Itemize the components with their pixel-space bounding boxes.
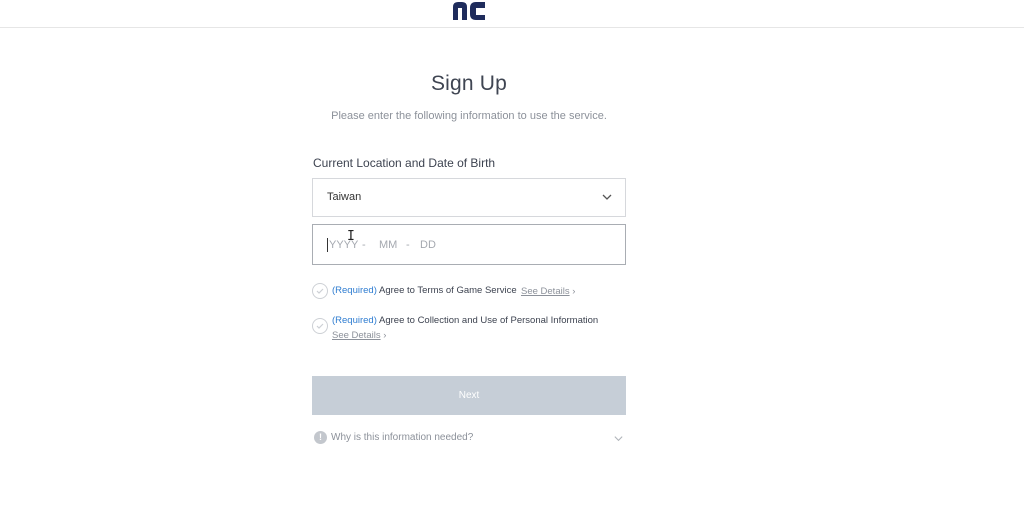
next-button[interactable]: Next xyxy=(312,376,626,415)
month-placeholder: MM xyxy=(379,239,398,251)
location-select[interactable]: Taiwan xyxy=(312,178,626,217)
location-selected-value: Taiwan xyxy=(327,191,362,203)
page-title: Sign Up xyxy=(430,72,508,95)
check-icon xyxy=(316,323,324,329)
chevron-right-icon: › xyxy=(572,286,576,297)
required-label: (Required) xyxy=(332,285,377,296)
nc-logo[interactable] xyxy=(452,1,486,21)
day-placeholder: DD xyxy=(420,239,436,251)
agreement-personal-information: (Required) Agree to Collection and Use o… xyxy=(312,313,626,343)
agree-checkbox[interactable] xyxy=(312,318,328,334)
top-bar xyxy=(0,0,1024,28)
agreement-text-line: (Required) Agree to Terms of Game Servic… xyxy=(332,285,517,296)
see-details-wrap: See Details › xyxy=(332,330,386,341)
date-of-birth-input[interactable]: YYYY - MM - DD xyxy=(312,224,626,265)
text-caret xyxy=(327,238,328,252)
check-icon xyxy=(316,288,324,294)
chevron-right-icon: › xyxy=(383,330,387,341)
chevron-down-icon xyxy=(614,436,623,442)
why-label: Why is this information needed? xyxy=(331,432,474,443)
mouse-ibeam-cursor-icon: I xyxy=(347,229,355,244)
info-icon: ! xyxy=(314,431,327,444)
see-details-wrap: See Details › xyxy=(521,286,575,297)
agreement-text-line: (Required) Agree to Collection and Use o… xyxy=(332,315,598,326)
chevron-down-icon xyxy=(602,194,612,200)
see-details-link[interactable]: See Details xyxy=(521,286,570,297)
see-details-link[interactable]: See Details xyxy=(332,330,381,341)
required-label: (Required) xyxy=(332,315,377,326)
date-separator: - xyxy=(406,239,410,251)
agreement-terms-of-service: (Required) Agree to Terms of Game Servic… xyxy=(312,283,626,301)
agree-checkbox[interactable] xyxy=(312,283,328,299)
page-subtitle: Please enter the following information t… xyxy=(331,110,607,122)
agreement-text: Agree to Terms of Game Service xyxy=(379,285,517,296)
section-label: Current Location and Date of Birth xyxy=(313,156,496,170)
date-separator: - xyxy=(362,239,366,251)
agreement-text: Agree to Collection and Use of Personal … xyxy=(379,315,599,326)
why-info-toggle[interactable]: ! Why is this information needed? xyxy=(312,431,626,447)
